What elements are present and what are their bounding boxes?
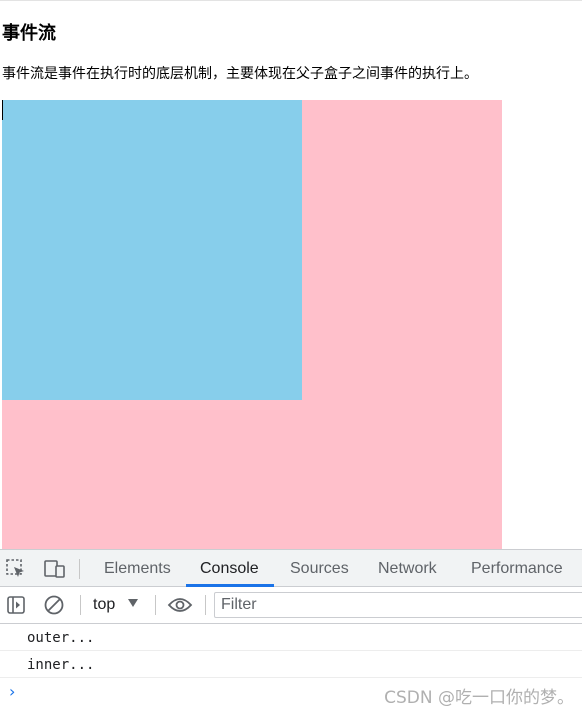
toolbar-separator xyxy=(155,595,156,615)
tab-elements[interactable]: Elements xyxy=(104,550,171,587)
text-caret xyxy=(2,100,3,120)
outer-box[interactable] xyxy=(2,100,502,549)
page-title: 事件流 xyxy=(2,23,56,44)
inspect-element-icon[interactable] xyxy=(4,550,28,587)
console-filter-input[interactable] xyxy=(214,592,582,618)
toolbar-separator xyxy=(80,595,81,615)
toolbar-separator xyxy=(205,595,206,615)
tab-network[interactable]: Network xyxy=(378,550,437,587)
devtools-tabbar: Elements Console Sources Network Perform… xyxy=(0,549,582,587)
tab-console[interactable]: Console xyxy=(200,550,259,587)
sidebar-toggle-icon[interactable] xyxy=(5,587,27,623)
clear-console-icon[interactable] xyxy=(43,587,65,623)
chevron-down-icon[interactable] xyxy=(128,599,138,607)
inner-box[interactable] xyxy=(2,100,302,400)
console-toolbar: top xyxy=(0,587,582,624)
console-log-line: inner... xyxy=(0,652,582,678)
toolbar-separator xyxy=(79,559,80,579)
console-log-line: outer... xyxy=(0,625,582,651)
console-prompt-icon[interactable]: › xyxy=(9,682,15,702)
tab-sources[interactable]: Sources xyxy=(290,550,349,587)
csdn-watermark: CSDN @吃一口你的梦。 xyxy=(384,688,574,708)
tab-performance[interactable]: Performance xyxy=(471,550,563,587)
live-expression-icon[interactable] xyxy=(166,587,194,623)
device-toolbar-icon[interactable] xyxy=(42,550,68,587)
top-divider xyxy=(0,0,582,1)
page-description: 事件流是事件在执行时的底层机制，主要体现在父子盒子之间事件的执行上。 xyxy=(2,66,478,82)
context-selector[interactable]: top xyxy=(93,587,115,623)
